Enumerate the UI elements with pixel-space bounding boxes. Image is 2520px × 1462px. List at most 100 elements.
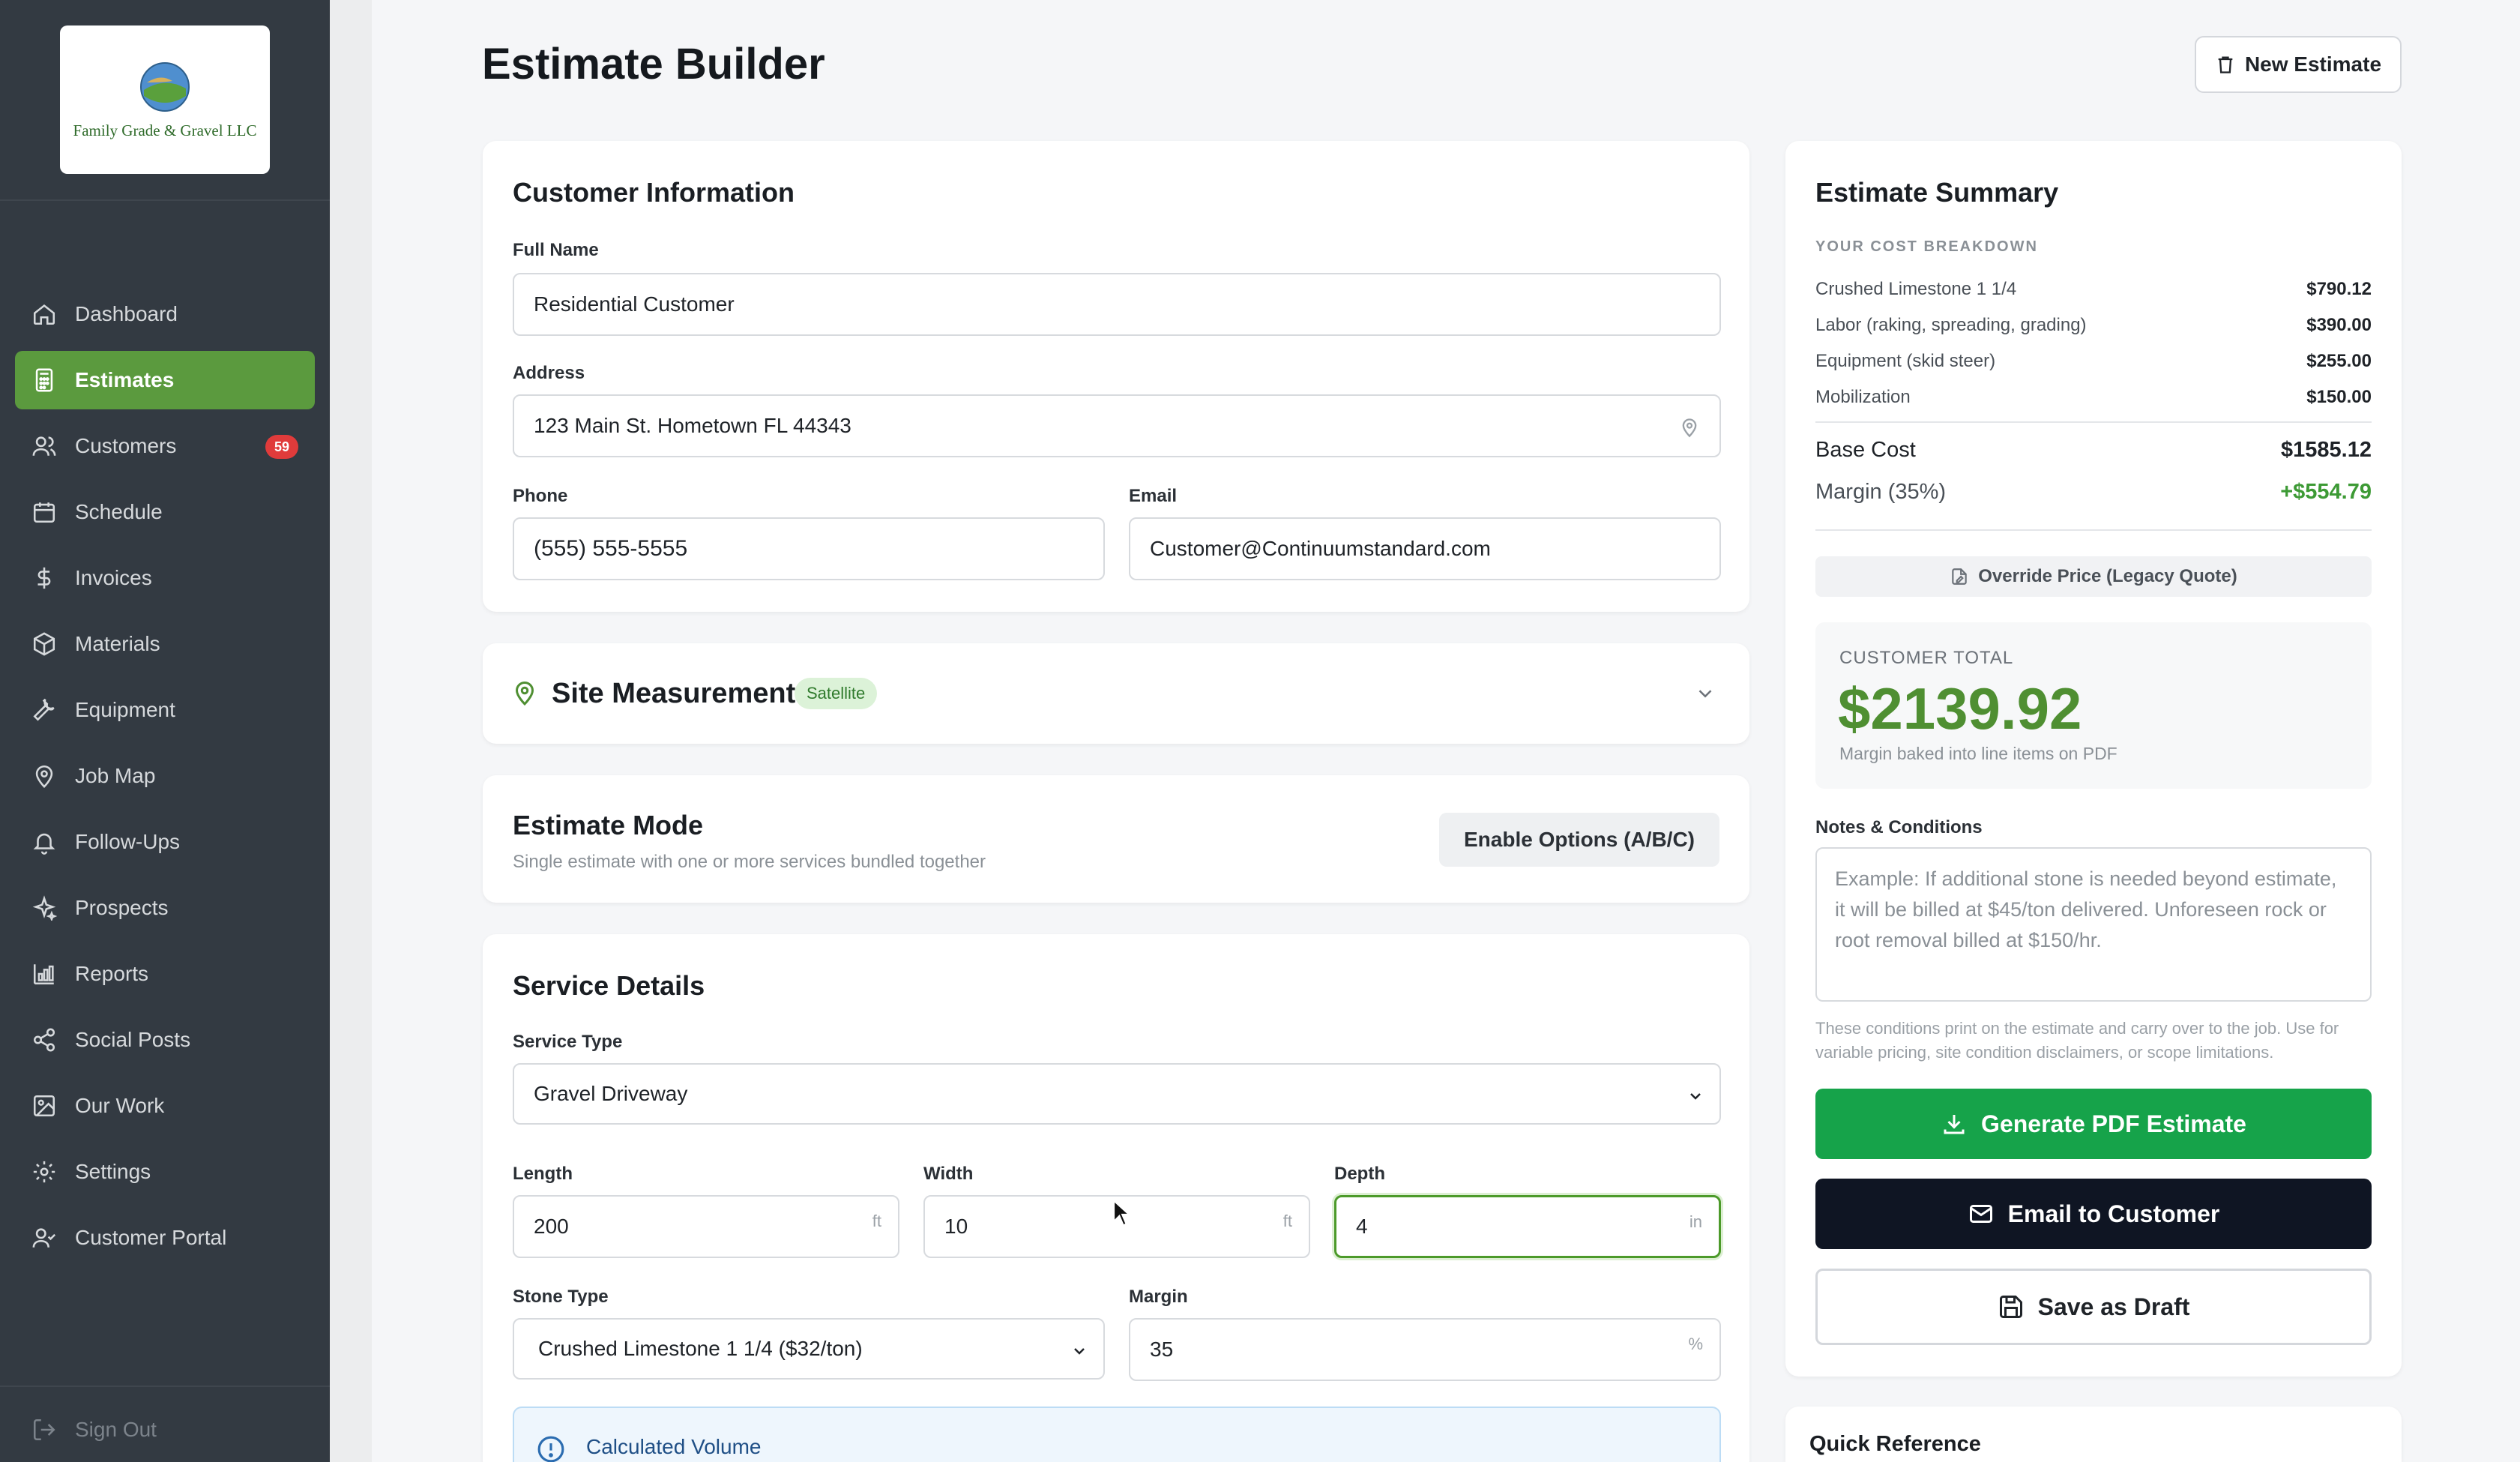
sidebar-item-materials[interactable]: Materials (15, 615, 315, 673)
info-icon (537, 1436, 564, 1462)
sidebar-item-follow-ups[interactable]: Follow-Ups (15, 813, 315, 871)
depth-input[interactable]: 4 in (1334, 1195, 1721, 1258)
trash-icon (2218, 56, 2233, 73)
sidebar-item-invoices[interactable]: Invoices (15, 549, 315, 607)
sidebar-nav: Dashboard Estimates Customers 59 Schedul… (15, 285, 315, 1275)
email-label: Email (1129, 486, 1178, 506)
customers-count-badge: 59 (265, 435, 298, 459)
cost-label: Equipment (skid steer) (1815, 351, 1996, 371)
address-label: Address (513, 363, 585, 383)
email-customer-label: Email to Customer (2007, 1200, 2220, 1227)
sidebar-item-customer-portal[interactable]: Customer Portal (15, 1209, 315, 1267)
cost-row-stone: Crushed Limestone 1 1/4 $790.12 (1815, 279, 2372, 300)
sidebar-edge (330, 0, 372, 1462)
sidebar-item-prospects[interactable]: Prospects (15, 879, 315, 937)
location-pin-icon[interactable] (1679, 417, 1700, 438)
depth-unit: in (1689, 1212, 1702, 1231)
sidebar-item-schedule[interactable]: Schedule (15, 483, 315, 541)
satellite-badge: Satellite (795, 678, 878, 709)
sidebar-item-label: Reports (75, 962, 149, 985)
margin-label: Margin (1129, 1287, 1188, 1307)
sidebar-item-dashboard[interactable]: Dashboard (15, 285, 315, 343)
sidebar-bottom-divider (0, 1386, 330, 1387)
margin-unit: % (1688, 1335, 1703, 1353)
override-price-button[interactable]: Override Price (Legacy Quote) (1815, 556, 2372, 597)
sidebar-item-social-posts[interactable]: Social Posts (15, 1011, 315, 1069)
sidebar-item-label: Invoices (75, 566, 152, 589)
new-estimate-button[interactable]: New Estimate (2195, 36, 2402, 93)
new-estimate-label: New Estimate (2244, 52, 2382, 76)
sidebar-item-label: Our Work (75, 1094, 165, 1117)
email-value: Customer@Continuumstandard.com (1150, 537, 1491, 560)
sidebar-item-settings[interactable]: Settings (15, 1143, 315, 1201)
sidebar-item-label: Estimates (75, 368, 175, 391)
base-cost-label: Base Cost (1815, 438, 1916, 462)
users-icon (32, 436, 56, 456)
sidebar-item-estimates[interactable]: Estimates (15, 351, 315, 409)
sidebar-item-label: Social Posts (75, 1028, 191, 1051)
base-cost-row: Base Cost $1585.12 (1815, 438, 2372, 463)
company-name: Family Grade & Gravel LLC (73, 121, 257, 139)
sidebar-divider (0, 199, 330, 201)
sidebar-item-reports[interactable]: Reports (15, 945, 315, 1003)
cost-value: $150.00 (2306, 387, 2372, 407)
stone-type-value: Crushed Limestone 1 1/4 ($32/ton) (538, 1337, 863, 1360)
full-name-input[interactable]: Residential Customer (513, 273, 1721, 336)
sign-out-label: Sign Out (75, 1418, 157, 1441)
service-type-value: Gravel Driveway (534, 1082, 688, 1105)
save-draft-button[interactable]: Save as Draft (1815, 1269, 2372, 1345)
estimate-mode-subtitle: Single estimate with one or more service… (513, 852, 986, 872)
cost-label: Mobilization (1815, 387, 1911, 407)
chevron-down-icon[interactable] (1694, 682, 1716, 705)
width-label: Width (923, 1164, 974, 1184)
cost-label: Crushed Limestone 1 1/4 (1815, 279, 2017, 299)
length-input[interactable]: 200 ft (513, 1195, 899, 1258)
notes-textarea[interactable]: Example: If additional stone is needed b… (1815, 847, 2372, 1002)
cost-row-labor: Labor (raking, spreading, grading) $390.0… (1815, 315, 2372, 336)
company-logo[interactable]: Family Grade & Gravel LLC (60, 25, 270, 174)
chevron-down-icon (1690, 1093, 1701, 1100)
save-draft-label: Save as Draft (2037, 1293, 2190, 1320)
phone-value: (555) 555-5555 (534, 536, 688, 561)
stone-type-label: Stone Type (513, 1287, 609, 1307)
customer-information-title: Customer Information (513, 177, 795, 208)
sign-out-button[interactable]: Sign Out (31, 1417, 157, 1443)
cost-breakdown-label: YOUR COST BREAKDOWN (1815, 238, 2038, 255)
dollar-icon (37, 567, 51, 589)
sidebar-item-equipment[interactable]: Equipment (15, 681, 315, 739)
image-icon (33, 1095, 55, 1117)
user-check-icon (32, 1228, 56, 1248)
length-unit: ft (872, 1212, 881, 1230)
notes-label: Notes & Conditions (1815, 817, 1983, 837)
enable-options-button[interactable]: Enable Options (A/B/C) (1439, 813, 1719, 867)
sidebar-item-label: Equipment (75, 698, 175, 721)
margin-row: Margin (35%) +$554.79 (1815, 480, 2372, 505)
calculated-volume-title: Calculated Volume (586, 1435, 762, 1458)
service-type-select[interactable]: Gravel Driveway (513, 1063, 1721, 1125)
mail-icon (1969, 1205, 1992, 1223)
bell-icon (33, 833, 55, 855)
base-cost-value: $1585.12 (2281, 438, 2372, 462)
margin-summary-value: +$554.79 (2280, 480, 2372, 504)
email-customer-button[interactable]: Email to Customer (1815, 1179, 2372, 1249)
map-pin-icon (35, 765, 53, 788)
generate-pdf-button[interactable]: Generate PDF Estimate (1815, 1089, 2372, 1159)
wrench-icon (33, 698, 55, 721)
sidebar-item-our-work[interactable]: Our Work (15, 1077, 315, 1135)
sidebar-item-label: Prospects (75, 896, 169, 919)
customer-total-note: Margin baked into line items on PDF (1839, 744, 2117, 763)
map-pin-icon (515, 682, 534, 706)
cost-label: Labor (raking, spreading, grading) (1815, 315, 2087, 335)
address-input[interactable]: 123 Main St. Hometown FL 44343 (513, 394, 1721, 457)
file-edit-icon (1952, 568, 1968, 585)
sparkle-icon (32, 895, 57, 921)
calculator-icon (35, 368, 53, 392)
email-input[interactable]: Customer@Continuumstandard.com (1129, 517, 1721, 580)
full-name-value: Residential Customer (534, 292, 735, 316)
service-details-title: Service Details (513, 970, 705, 1001)
stone-type-select[interactable]: Crushed Limestone 1 1/4 ($32/ton) (513, 1318, 1105, 1380)
margin-input[interactable]: 35 % (1129, 1318, 1721, 1381)
sidebar-item-job-map[interactable]: Job Map (15, 747, 315, 805)
phone-input[interactable]: (555) 555-5555 (513, 517, 1105, 580)
sidebar-item-customers[interactable]: Customers 59 (15, 417, 315, 475)
